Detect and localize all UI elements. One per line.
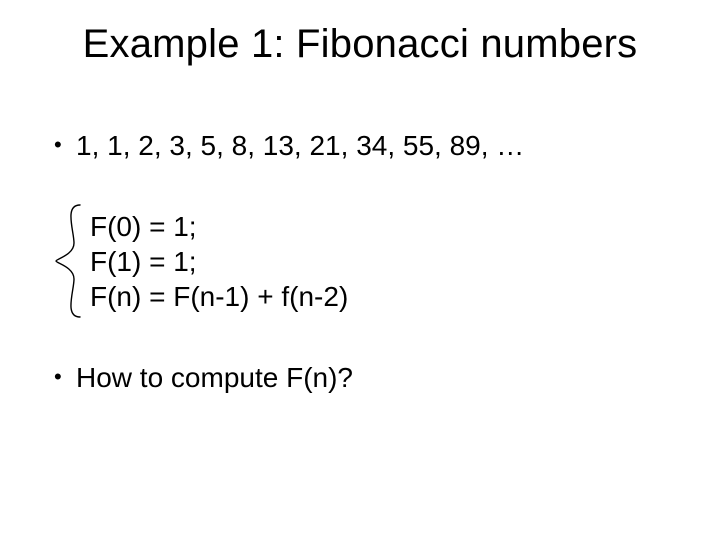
definition-line-2: F(1) = 1; [90, 244, 680, 279]
definition-line-3: F(n) = F(n-1) + f(n-2) [90, 279, 680, 314]
bullet-dot-icon: • [54, 360, 76, 394]
bullet-question: • How to compute F(n)? [54, 360, 680, 395]
slide: Example 1: Fibonacci numbers • 1, 1, 2, … [0, 0, 720, 540]
bullet-sequence: • 1, 1, 2, 3, 5, 8, 13, 21, 34, 55, 89, … [54, 128, 680, 163]
bullet-dot-icon: • [54, 128, 76, 162]
slide-title: Example 1: Fibonacci numbers [0, 22, 720, 67]
sequence-text: 1, 1, 2, 3, 5, 8, 13, 21, 34, 55, 89, … [76, 128, 680, 163]
slide-body: • 1, 1, 2, 3, 5, 8, 13, 21, 34, 55, 89, … [54, 128, 680, 441]
left-brace-icon [52, 203, 86, 319]
question-text: How to compute F(n)? [76, 360, 680, 395]
definition-group: F(0) = 1; F(1) = 1; F(n) = F(n-1) + f(n-… [90, 209, 680, 314]
definition-line-1: F(0) = 1; [90, 209, 680, 244]
